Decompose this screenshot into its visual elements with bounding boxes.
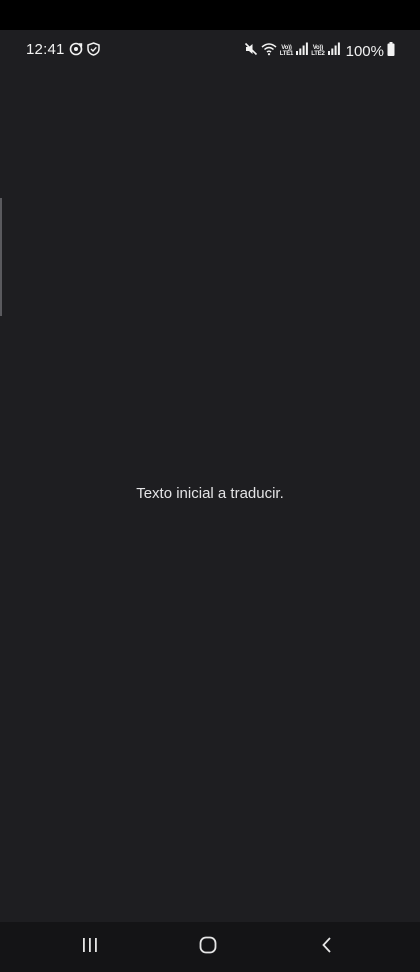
volte2-bottom: LTE2 [311, 51, 325, 57]
recent-apps-button[interactable] [70, 932, 110, 962]
volte-lte1-icon: Vo)) LTE1 [279, 45, 294, 57]
recent-apps-icon [81, 937, 99, 958]
source-text: Texto inicial a traducir. [136, 485, 284, 502]
battery-icon [387, 41, 395, 61]
navigation-bar [0, 922, 420, 972]
home-button[interactable] [188, 932, 228, 962]
status-time: 12:41 [26, 41, 65, 58]
app-screen: 12:41 Vo)) LTE1 Vo)) LTE2 100% Texto ini… [0, 0, 420, 972]
status-right-icons: Vo)) LTE1 Vo)) LTE2 100% [244, 41, 395, 61]
shield-icon [87, 42, 100, 61]
mute-icon [244, 42, 258, 61]
sync-icon [69, 42, 83, 61]
status-left-icons [69, 42, 100, 61]
signal-icon [296, 42, 309, 60]
camera-cutout-bar [0, 0, 420, 30]
battery-percent: 100% [345, 42, 384, 60]
edge-panel-handle[interactable] [0, 198, 2, 316]
wifi-icon [261, 42, 277, 61]
back-icon [320, 936, 334, 959]
home-icon [199, 936, 217, 959]
signal-icon [327, 42, 340, 60]
volte-lte2-icon: Vo)) LTE2 [311, 45, 325, 57]
status-bar: 12:41 Vo)) LTE1 Vo)) LTE2 100% [0, 30, 420, 70]
volte1-bottom: LTE1 [279, 51, 294, 57]
back-button[interactable] [307, 932, 347, 962]
